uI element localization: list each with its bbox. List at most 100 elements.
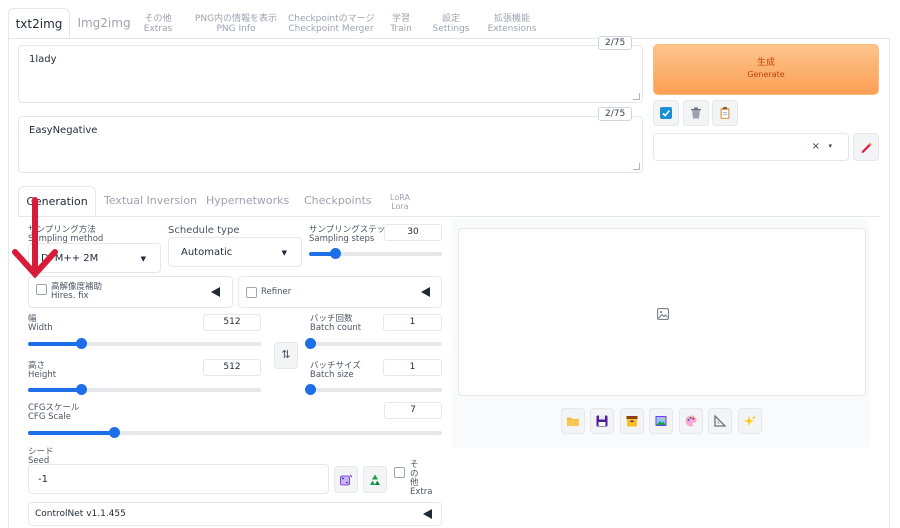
schedule-type-dropdown[interactable]: Automatic ▼ — [168, 237, 302, 267]
tab-checkpoints[interactable]: Checkpoints — [304, 186, 372, 216]
save-zip-button[interactable] — [620, 408, 644, 434]
negative-prompt-textarea[interactable]: EasyNegative — [18, 116, 643, 173]
generate-label-jp: 生成 — [756, 58, 775, 68]
sampling-steps-slider[interactable] — [309, 248, 442, 260]
dice-icon — [340, 474, 353, 485]
cfg-scale-slider[interactable] — [28, 427, 442, 439]
schedule-type-value: Automatic — [181, 247, 233, 258]
width-label: 幅 Width — [28, 314, 53, 333]
batch-count-input[interactable]: 1 — [383, 314, 442, 331]
tab-label-jp: その他 — [144, 14, 172, 24]
send-to-inpaint-button[interactable] — [679, 408, 703, 434]
tab-extensions[interactable]: 拡張機能 Extensions — [486, 8, 538, 34]
upscale-button[interactable] — [738, 408, 762, 434]
generate-label-en: Generate — [747, 70, 785, 79]
clipboard-icon — [720, 107, 730, 119]
apply-style-button[interactable] — [653, 100, 679, 126]
resize-grip[interactable] — [633, 93, 640, 100]
resize-grip[interactable] — [633, 163, 640, 170]
clear-icon[interactable]: × — [812, 141, 820, 152]
generate-button[interactable]: 生成 Generate — [653, 44, 879, 95]
sub-tab-divider — [18, 216, 880, 217]
slider-thumb[interactable] — [305, 338, 316, 349]
tab-lora[interactable]: LoRA Lora — [386, 186, 414, 211]
tab-hypernetworks[interactable]: Hypernetworks — [206, 186, 289, 216]
triangle-ruler-icon — [714, 414, 727, 427]
open-folder-button[interactable] — [561, 408, 585, 434]
send-to-extras-button[interactable] — [708, 408, 732, 434]
slider-thumb[interactable] — [329, 248, 341, 259]
random-seed-button[interactable] — [334, 466, 358, 493]
edit-styles-button[interactable] — [853, 133, 879, 161]
slider-fill — [28, 342, 81, 346]
tab-label-en: Lora — [391, 202, 409, 211]
batch-size-slider[interactable] — [305, 384, 442, 396]
prompt-token-counter: 2/75 — [598, 36, 633, 50]
send-to-img2img-button[interactable] — [649, 408, 673, 434]
refiner-checkbox[interactable] — [246, 287, 257, 298]
paste-prompt-button[interactable] — [712, 100, 738, 126]
tab-label-en: Checkpoint Merger — [288, 24, 374, 34]
slider-thumb[interactable] — [108, 427, 120, 438]
save-button[interactable] — [590, 408, 614, 434]
tab-txt2img[interactable]: txt2img — [8, 8, 70, 39]
collapse-triangle-icon[interactable] — [421, 287, 430, 297]
clear-prompt-button[interactable] — [683, 100, 709, 126]
tab-checkpoint-merger[interactable]: Checkpointのマージ Checkpoint Merger — [288, 8, 374, 34]
schedule-type-label: Schedule type — [168, 225, 240, 236]
picture-icon — [655, 416, 667, 426]
slider-thumb[interactable] — [75, 338, 87, 349]
batch-size-input[interactable]: 1 — [383, 359, 442, 376]
output-gallery — [458, 228, 866, 396]
tab-label-jp: Checkpointのマージ — [288, 14, 375, 24]
controlnet-label: ControlNet v1.1.455 — [35, 509, 126, 519]
extra-seed-checkbox[interactable] — [394, 467, 405, 478]
folder-icon — [567, 417, 579, 426]
height-input[interactable]: 512 — [203, 359, 261, 376]
hires-fix-label: 高解像度補助 Hires. fix — [51, 282, 103, 301]
width-slider[interactable] — [28, 338, 261, 350]
negative-token-counter: 2/75 — [598, 107, 633, 121]
collapse-triangle-icon[interactable] — [423, 509, 432, 519]
refiner-label: Refiner — [261, 287, 292, 297]
sampling-steps-input[interactable]: 30 — [384, 224, 442, 241]
slider-track — [310, 388, 442, 392]
tab-settings[interactable]: 設定 Settings — [432, 8, 470, 34]
width-input[interactable]: 512 — [203, 314, 261, 331]
tab-train[interactable]: 学習 Train — [386, 8, 416, 34]
styles-dropdown[interactable]: × ▾ — [653, 133, 849, 161]
annotation-arrow-icon — [12, 197, 58, 279]
tab-label-en: Extras — [143, 24, 173, 34]
slider-thumb[interactable] — [305, 384, 316, 395]
chevron-down-icon: ▾ — [828, 142, 832, 150]
top-tab-bar: txt2img Img2img その他 Extras PNG内の情報を表示 PNG … — [8, 8, 890, 39]
pencil-icon — [861, 142, 872, 153]
tab-textual-inversion[interactable]: Textual Inversion — [104, 186, 197, 216]
cfg-scale-input[interactable]: 7 — [384, 402, 442, 419]
tab-png-info[interactable]: PNG内の情報を表示 PNG Info — [186, 8, 286, 34]
refiner-accordion[interactable]: Refiner — [238, 276, 442, 308]
frame-left-border — [8, 38, 9, 528]
prompt-textarea[interactable]: 1lady — [18, 45, 643, 103]
batch-count-slider[interactable] — [305, 338, 442, 350]
tab-divider — [8, 38, 890, 39]
chevron-down-icon: ▼ — [140, 255, 146, 263]
reuse-seed-button[interactable] — [363, 466, 387, 493]
controlnet-accordion[interactable]: ControlNet v1.1.455 — [28, 502, 442, 526]
sparkles-icon — [744, 415, 756, 426]
collapse-triangle-icon[interactable] — [211, 287, 220, 297]
seed-input[interactable]: -1 — [28, 464, 329, 494]
slider-thumb[interactable] — [75, 384, 87, 395]
tab-img2img[interactable]: Img2img — [74, 8, 134, 38]
swap-dimensions-button[interactable]: ⇅ — [274, 342, 298, 369]
cfg-scale-label: CFGスケール CFG Scale — [28, 403, 80, 422]
tab-label-en: Extensions — [487, 24, 537, 34]
hires-fix-checkbox[interactable] — [36, 284, 47, 295]
seed-value: -1 — [38, 474, 48, 485]
height-slider[interactable] — [28, 384, 261, 396]
tab-label: Checkpoints — [304, 194, 372, 207]
batch-count-label: バッチ回数 Batch count — [310, 314, 362, 333]
tab-extras[interactable]: その他 Extras — [138, 8, 178, 34]
tab-label: Textual Inversion — [104, 194, 198, 207]
tab-label-jp: PNG内の情報を表示 — [194, 14, 278, 24]
